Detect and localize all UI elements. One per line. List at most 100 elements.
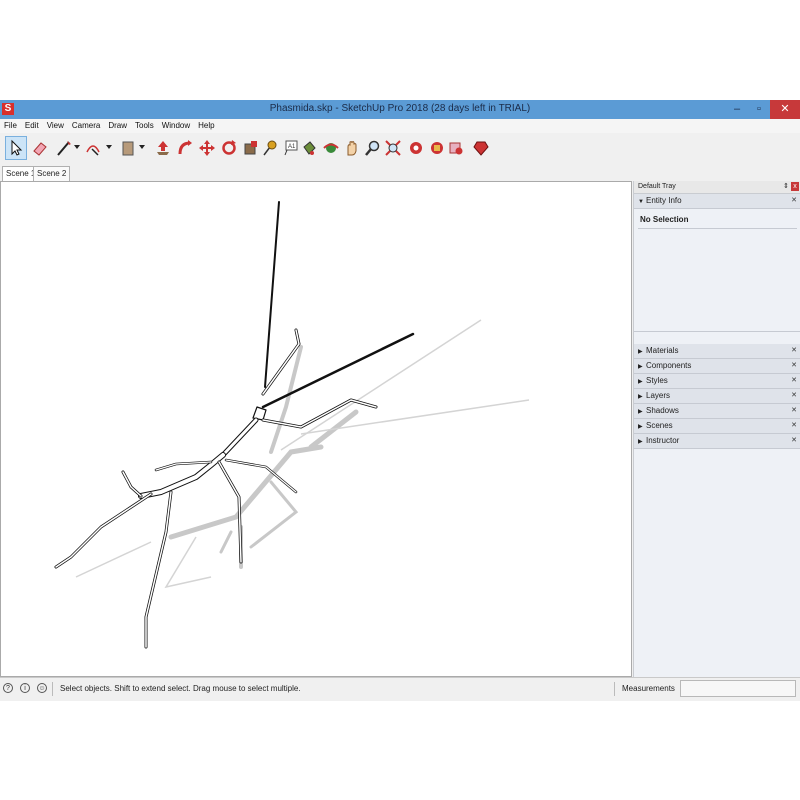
entity-info-label: Entity Info	[646, 196, 682, 205]
model-shadow	[168, 345, 359, 569]
paint-bucket-tool-button[interactable]	[298, 136, 320, 160]
collapse-arrow-icon: ▼	[638, 199, 644, 205]
menu-help[interactable]: Help	[194, 119, 218, 133]
components-close-icon[interactable]: ✕	[791, 359, 797, 373]
window-title: Phasmida.skp - SketchUp Pro 2018 (28 day…	[269, 103, 531, 114]
stick-insect	[54, 201, 415, 649]
menu-draw[interactable]: Draw	[104, 119, 131, 133]
3d-warehouse-button[interactable]	[405, 136, 427, 160]
arc-icon	[86, 145, 100, 156]
zoom-tool-button[interactable]	[362, 136, 384, 160]
instructor-close-icon[interactable]: ✕	[791, 434, 797, 448]
sign-in-icon[interactable]: ☺	[37, 683, 47, 693]
layout-icon	[449, 142, 463, 155]
tray-title: Default Tray	[638, 183, 676, 190]
selection-status: No Selection	[640, 215, 689, 224]
zoom-extents-icon	[385, 140, 401, 156]
minimize-button[interactable]: –	[726, 100, 748, 119]
eraser-icon	[33, 142, 47, 156]
status-separator	[52, 682, 53, 696]
svg-text:A1: A1	[288, 144, 296, 150]
orbit-icon	[323, 143, 339, 153]
tape-measure-tool-button[interactable]	[258, 136, 280, 160]
shadows-panel-header[interactable]: ▶ Shadows ✕	[634, 404, 800, 419]
shadows-close-icon[interactable]: ✕	[791, 404, 797, 418]
orbit-tool-button[interactable]	[320, 136, 342, 160]
expand-arrow-icon: ▶	[638, 409, 643, 415]
line-tool-button[interactable]	[53, 136, 75, 160]
menu-camera[interactable]: Camera	[68, 119, 104, 133]
eraser-tool-button[interactable]	[29, 136, 51, 160]
expand-arrow-icon: ▶	[638, 439, 643, 445]
extension-icon	[431, 142, 443, 154]
expand-arrow-icon: ▶	[638, 349, 643, 355]
measurements-input[interactable]	[680, 680, 796, 697]
select-tool-button[interactable]	[5, 136, 27, 160]
pan-tool-button[interactable]	[341, 136, 363, 160]
zoom-extents-tool-button[interactable]	[382, 136, 404, 160]
rotate-tool-button[interactable]	[218, 136, 240, 160]
default-tray: Default Tray ⇕ x ▼ Entity Info ✕ No Selec…	[633, 181, 800, 677]
rotate-icon	[222, 140, 236, 155]
measurements-label: Measurements	[622, 684, 675, 693]
menu-tools[interactable]: Tools	[131, 119, 158, 133]
menu-window[interactable]: Window	[158, 119, 194, 133]
ruby-console-button[interactable]	[470, 136, 492, 160]
status-message: Select objects. Shift to extend select. …	[60, 684, 301, 693]
line-dropdown-arrow[interactable]	[74, 145, 80, 149]
menu-edit[interactable]: Edit	[21, 119, 43, 133]
follow-me-tool-button[interactable]	[174, 136, 196, 160]
tab-scene-2[interactable]: Scene 2	[33, 166, 71, 181]
tray-header: Default Tray ⇕ x	[634, 181, 800, 194]
move-tool-button[interactable]	[196, 136, 218, 160]
expand-arrow-icon: ▶	[638, 394, 643, 400]
maximize-button[interactable]: ▫	[748, 100, 770, 119]
materials-close-icon[interactable]: ✕	[791, 344, 797, 358]
tape-measure-icon	[263, 140, 277, 156]
instructor-label: Instructor	[646, 436, 680, 445]
zoom-icon	[365, 140, 380, 156]
select-icon	[11, 139, 23, 156]
geo-location-icon[interactable]: ?	[3, 683, 13, 693]
sketchup-window: S Phasmida.skp - SketchUp Pro 2018 (28 d…	[0, 100, 800, 701]
components-panel-header[interactable]: ▶ Components ✕	[634, 359, 800, 374]
model-viewport[interactable]	[0, 181, 632, 677]
layers-close-icon[interactable]: ✕	[791, 389, 797, 403]
entity-info-panel-header[interactable]: ▼ Entity Info ✕	[634, 194, 800, 209]
menu-file[interactable]: File	[0, 119, 21, 133]
window-controls: – ▫ ✕	[726, 100, 800, 119]
styles-panel-header[interactable]: ▶ Styles ✕	[634, 374, 800, 389]
entity-info-close-icon[interactable]: ✕	[791, 194, 797, 208]
instructor-panel-header[interactable]: ▶ Instructor ✕	[634, 434, 800, 449]
send-to-layout-button[interactable]	[445, 136, 467, 160]
follow-me-icon	[178, 140, 192, 155]
scene-tabs: Scene 1 Scene 2	[0, 164, 800, 181]
scenes-label: Scenes	[646, 421, 673, 430]
arc-tool-button[interactable]	[82, 136, 104, 160]
push-pull-tool-button[interactable]	[152, 136, 174, 160]
rectangle-icon	[122, 141, 134, 156]
expand-arrow-icon: ▶	[638, 424, 643, 430]
layers-panel-header[interactable]: ▶ Layers ✕	[634, 389, 800, 404]
paint-bucket-icon	[303, 141, 316, 155]
scenes-panel-header[interactable]: ▶ Scenes ✕	[634, 419, 800, 434]
credits-icon[interactable]: i	[20, 683, 30, 693]
scenes-close-icon[interactable]: ✕	[791, 419, 797, 433]
rectangle-tool-button[interactable]	[117, 136, 139, 160]
menu-view[interactable]: View	[43, 119, 68, 133]
status-bar: ? i ☺ Select objects. Shift to extend se…	[0, 677, 800, 701]
pin-icon[interactable]: ⇕	[783, 181, 789, 193]
close-button[interactable]: ✕	[770, 100, 800, 119]
arc-dropdown-arrow[interactable]	[106, 145, 112, 149]
components-label: Components	[646, 361, 692, 370]
divider	[638, 228, 797, 229]
rectangle-dropdown-arrow[interactable]	[139, 145, 145, 149]
push-pull-icon	[157, 141, 169, 155]
expand-arrow-icon: ▶	[638, 364, 643, 370]
title-bar: S Phasmida.skp - SketchUp Pro 2018 (28 d…	[0, 100, 800, 119]
tray-close-button[interactable]: x	[791, 182, 799, 191]
shadows-label: Shadows	[646, 406, 679, 415]
styles-close-icon[interactable]: ✕	[791, 374, 797, 388]
materials-panel-header[interactable]: ▶ Materials ✕	[634, 344, 800, 359]
materials-label: Materials	[646, 346, 679, 355]
